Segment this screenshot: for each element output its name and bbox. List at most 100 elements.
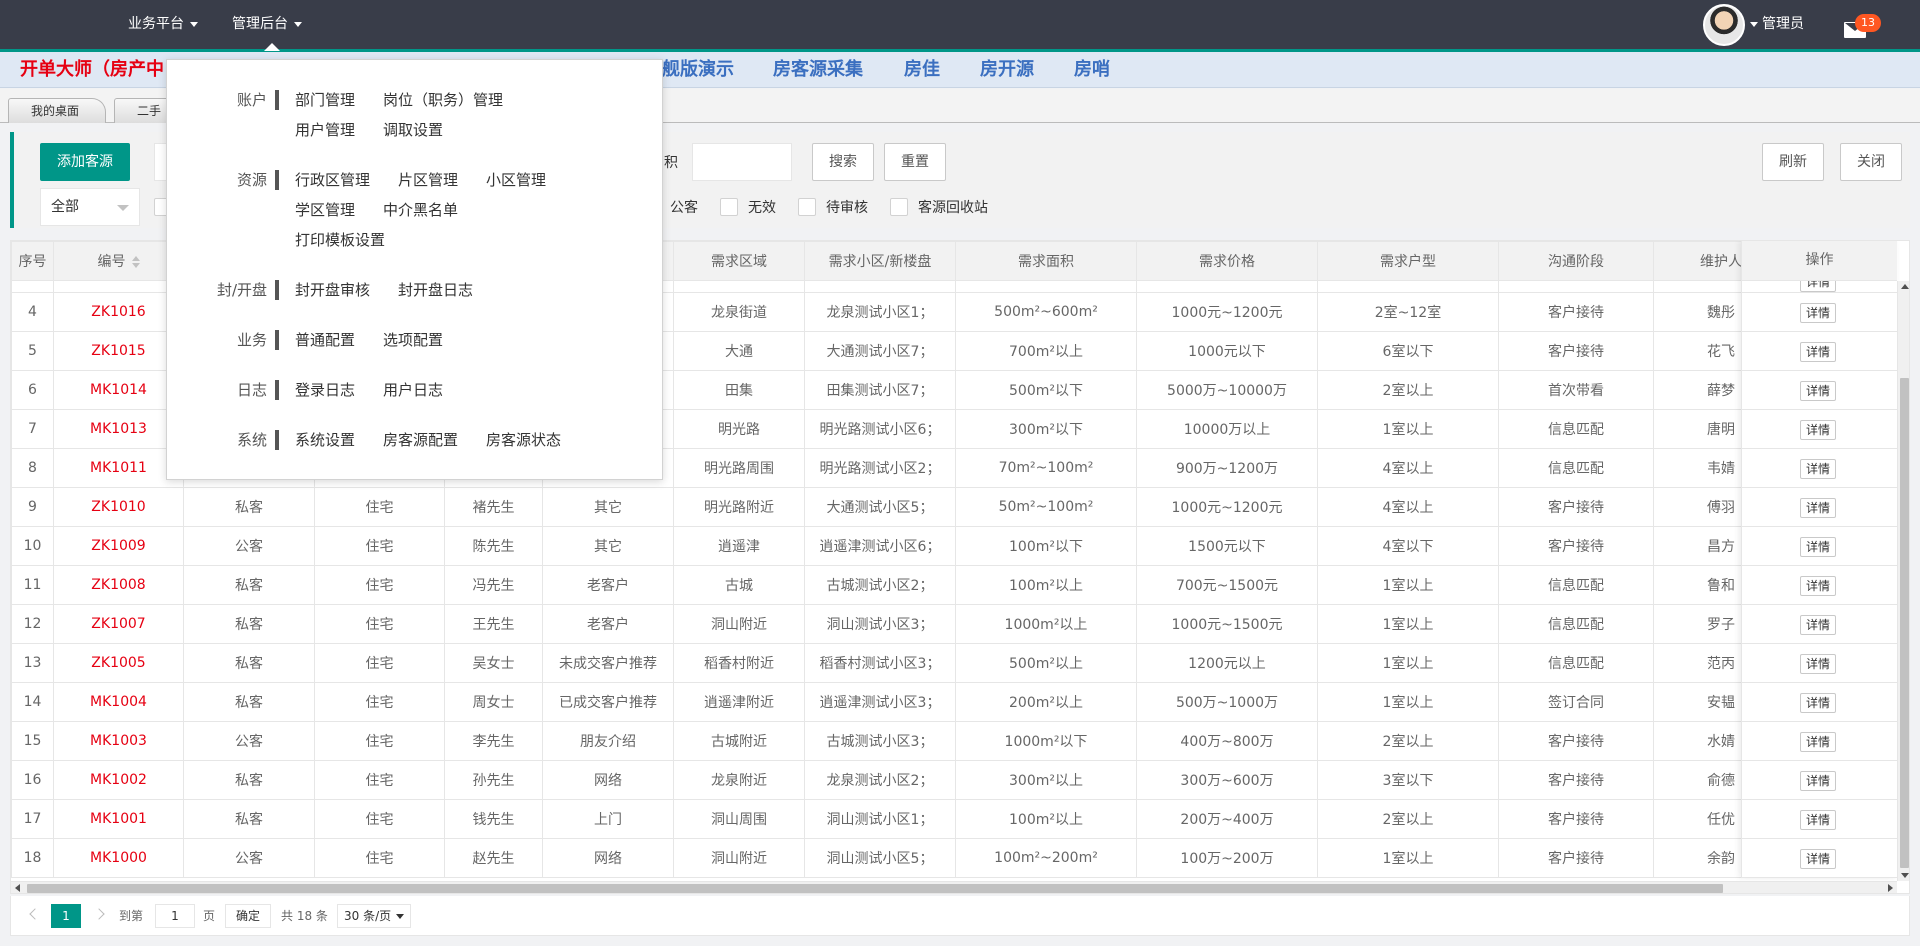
menu-item-agent-blacklist[interactable]: 中介黑名单 [383, 198, 458, 222]
menu-item-listing-status[interactable]: 房客源状态 [486, 428, 561, 452]
menu-item-school-district[interactable]: 学区管理 [295, 198, 355, 222]
filter-checkbox-invalid[interactable] [720, 198, 738, 216]
table-cell[interactable]: ZK1005 [53, 643, 184, 683]
page-size-select[interactable]: 30 条/页 [337, 904, 411, 928]
filter-checkbox-pending[interactable] [798, 198, 816, 216]
table-row[interactable]: 10 ZK1009 公客 住宅 陈先生 其它 逍遥津 逍遥津测试小区6； 100m²以下 1500… [11, 526, 1789, 566]
table-cell: 住宅 [314, 838, 445, 878]
scroll-right-icon[interactable] [1888, 884, 1893, 892]
table-cell[interactable]: MK1004 [53, 682, 184, 722]
scroll-left-icon[interactable] [15, 884, 20, 892]
menu-item-seal-review[interactable]: 封开盘审核 [295, 278, 370, 302]
filter-checkbox-recycle[interactable] [890, 198, 908, 216]
detail-button[interactable]: 详情 [1800, 693, 1836, 713]
top-link-demo[interactable]: 舰版演示 [662, 52, 734, 88]
table-cell: 私客 [183, 799, 315, 839]
menu-item-dept[interactable]: 部门管理 [295, 88, 355, 112]
scroll-thumb[interactable] [1900, 378, 1909, 868]
table-cell[interactable]: ZK1007 [53, 604, 184, 644]
scroll-up-icon[interactable] [1901, 284, 1909, 289]
goto-page-input[interactable]: 1 [155, 904, 195, 928]
menu-item-option-config[interactable]: 选项配置 [383, 328, 443, 352]
table-cell[interactable]: ZK1008 [53, 565, 184, 605]
menu-item-community[interactable]: 小区管理 [486, 168, 546, 192]
user-menu[interactable]: 管理员 [1750, 0, 1804, 49]
table-cell[interactable]: MK1013 [53, 409, 184, 449]
detail-button[interactable]: 详情 [1800, 459, 1836, 479]
table-row[interactable]: 11 ZK1008 私客 住宅 冯先生 老客户 古城 古城测试小区2； 100m²以上 700元~… [11, 565, 1789, 605]
table-cell[interactable]: MK1011 [53, 448, 184, 488]
menu-item-user[interactable]: 用户管理 [295, 118, 355, 142]
col-header-code[interactable]: 编号 [53, 241, 184, 281]
table-cell[interactable]: ZK1015 [53, 331, 184, 371]
add-customer-button[interactable]: 添加客源 [40, 143, 130, 181]
prev-page-icon[interactable] [29, 908, 41, 920]
menu-item-general-config[interactable]: 普通配置 [295, 328, 355, 352]
menu-item-position[interactable]: 岗位（职务）管理 [383, 88, 503, 112]
table-cell[interactable]: MK1000 [53, 838, 184, 878]
reset-button[interactable]: 重置 [884, 143, 946, 181]
table-cell[interactable]: MK1003 [53, 721, 184, 761]
table-row[interactable]: 17 MK1001 私客 住宅 钱先生 上门 洞山周围 洞山测试小区1； 100m²以上 200万… [11, 799, 1789, 839]
menu-item-zone[interactable]: 片区管理 [398, 168, 458, 192]
table-cell[interactable]: ZK1009 [53, 526, 184, 566]
page-size-value: 30 条/页 [344, 909, 392, 923]
nav-menu-business[interactable]: 业务平台 [128, 0, 198, 49]
table-cell: 住宅 [314, 643, 445, 683]
page-current[interactable]: 1 [51, 904, 81, 928]
detail-button[interactable]: 详情 [1800, 732, 1836, 752]
avatar[interactable] [1703, 4, 1745, 46]
menu-item-system-settings[interactable]: 系统设置 [295, 428, 355, 452]
table-row[interactable]: 12 ZK1007 私客 住宅 王先生 老客户 洞山附近 洞山测试小区3； 1000m²以上 10… [11, 604, 1789, 644]
top-link-fangjia[interactable]: 房佳 [904, 52, 940, 88]
top-link-collect[interactable]: 房客源采集 [773, 52, 863, 88]
vertical-scrollbar[interactable] [1897, 281, 1909, 881]
detail-button[interactable]: 详情 [1800, 498, 1836, 518]
nav-menu-admin[interactable]: 管理后台 [232, 0, 302, 49]
detail-button[interactable]: 详情 [1800, 576, 1836, 596]
search-button[interactable]: 搜索 [812, 143, 874, 181]
next-page-icon[interactable] [93, 908, 105, 920]
table-row[interactable]: 14 MK1004 私客 住宅 周女士 已成交客户推荐 逍遥津附近 逍遥津测试小区3； 200m… [11, 682, 1789, 722]
table-cell[interactable]: ZK1016 [53, 292, 184, 332]
horizontal-scrollbar[interactable] [11, 881, 1897, 893]
table-row[interactable]: 15 MK1003 公客 住宅 李先生 朋友介绍 古城附近 古城测试小区3； 1000m²以下 4… [11, 721, 1789, 761]
menu-item-district[interactable]: 行政区管理 [295, 168, 370, 192]
table-cell[interactable]: ZK1010 [53, 487, 184, 527]
menu-item-seal-log[interactable]: 封开盘日志 [398, 278, 473, 302]
detail-button[interactable]: 详情 [1800, 810, 1836, 830]
top-link-fangkaiyuan[interactable]: 房开源 [980, 52, 1034, 88]
area-input[interactable] [692, 143, 792, 181]
table-cell[interactable]: MK1002 [53, 760, 184, 800]
table-cell[interactable]: MK1001 [53, 799, 184, 839]
top-link-fangshao[interactable]: 房哨 [1074, 52, 1110, 88]
tab-desktop[interactable]: 我的桌面 [8, 98, 107, 123]
refresh-button[interactable]: 刷新 [1762, 143, 1824, 181]
menu-item-print-template[interactable]: 打印模板设置 [295, 228, 385, 252]
detail-button[interactable]: 详情 [1800, 420, 1836, 440]
sort-icon[interactable] [131, 256, 140, 268]
table-row[interactable]: 18 MK1000 公客 住宅 赵先生 网络 洞山附近 洞山测试小区5； 100m²~200m²… [11, 838, 1789, 878]
detail-button[interactable]: 详情 [1800, 537, 1836, 557]
detail-button[interactable]: 详情 [1800, 281, 1836, 292]
goto-confirm-button[interactable]: 确定 [225, 904, 272, 928]
menu-item-fetch-settings[interactable]: 调取设置 [383, 118, 443, 142]
status-select[interactable]: 全部 [40, 188, 140, 226]
table-row[interactable]: 13 ZK1005 私客 住宅 吴女士 未成交客户推荐 稻香村附近 稻香村测试小区3； 500m… [11, 643, 1789, 683]
detail-button[interactable]: 详情 [1800, 849, 1836, 869]
table-row[interactable]: 16 MK1002 私客 住宅 孙先生 网络 龙泉附近 龙泉测试小区2； 300m²以上 300万… [11, 760, 1789, 800]
detail-button[interactable]: 详情 [1800, 381, 1836, 401]
scroll-thumb[interactable] [27, 884, 1723, 893]
close-button[interactable]: 关闭 [1840, 143, 1902, 181]
table-cell[interactable]: MK1014 [53, 370, 184, 410]
detail-button[interactable]: 详情 [1800, 342, 1836, 362]
menu-item-listing-config[interactable]: 房客源配置 [383, 428, 458, 452]
detail-button[interactable]: 详情 [1800, 615, 1836, 635]
detail-button[interactable]: 详情 [1800, 303, 1836, 323]
scroll-down-icon[interactable] [1901, 873, 1909, 878]
menu-item-login-log[interactable]: 登录日志 [295, 378, 355, 402]
detail-button[interactable]: 详情 [1800, 771, 1836, 791]
table-row[interactable]: 9 ZK1010 私客 住宅 褚先生 其它 明光路附近 大通测试小区5； 50m²~100m² 1… [11, 487, 1789, 527]
menu-item-user-log[interactable]: 用户日志 [383, 378, 443, 402]
detail-button[interactable]: 详情 [1800, 654, 1836, 674]
